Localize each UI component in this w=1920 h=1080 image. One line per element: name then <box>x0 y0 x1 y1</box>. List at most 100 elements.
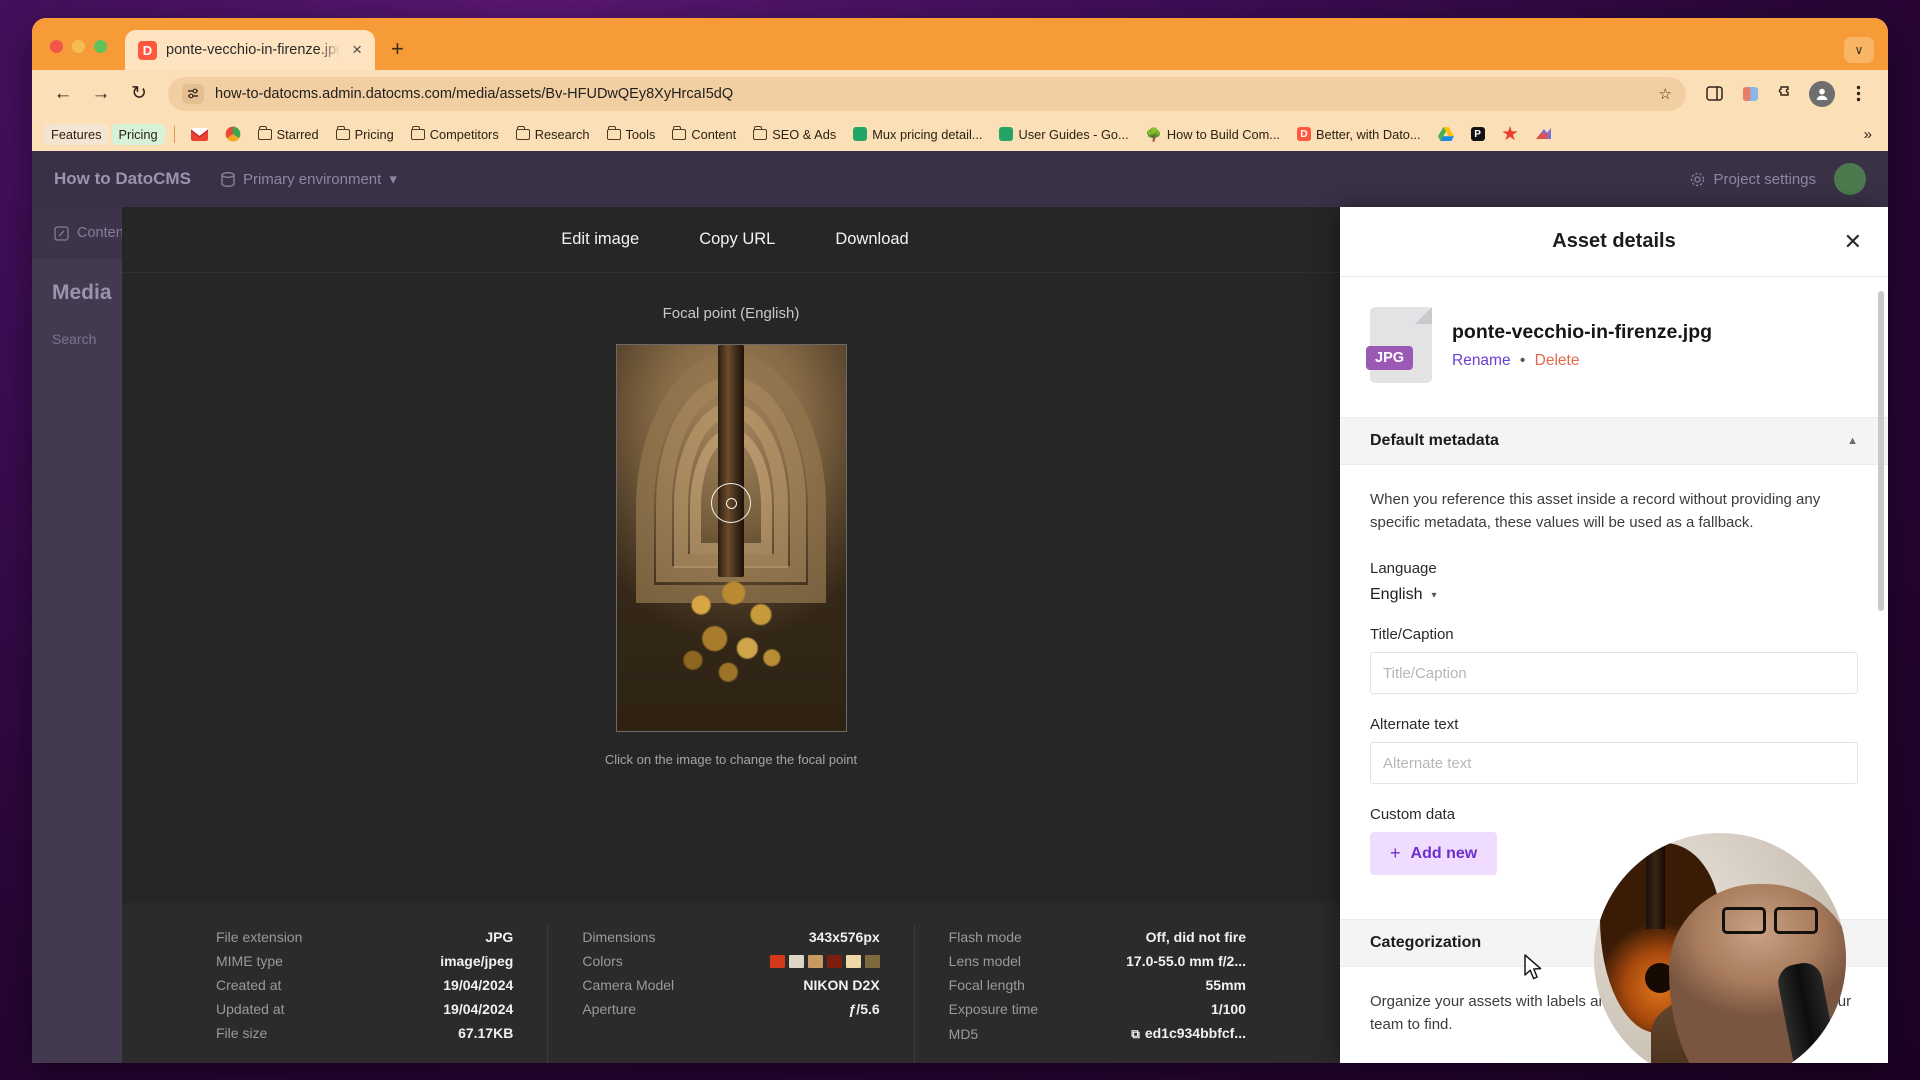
metadata-key: Lens model <box>948 953 1022 969</box>
close-tab-icon[interactable]: × <box>349 40 365 60</box>
metadata-key: Flash mode <box>948 929 1022 945</box>
new-tab-button[interactable]: + <box>375 36 418 70</box>
asset-viewer-overlay: Edit image Copy URL Download Focal point… <box>122 207 1888 1063</box>
user-avatar[interactable] <box>1834 163 1866 195</box>
environment-selector[interactable]: Primary environment ▾ <box>221 170 397 188</box>
metadata-value: 19/04/2024 <box>443 1001 514 1017</box>
tabstrip-right-controls[interactable]: ∨ <box>1844 37 1874 63</box>
copy-url-button[interactable]: Copy URL <box>699 230 775 249</box>
bookmark-colorful[interactable] <box>218 123 248 145</box>
language-select[interactable]: English ▾ <box>1370 586 1858 604</box>
bookmark-google-drive[interactable] <box>1431 124 1461 144</box>
close-window-button[interactable] <box>50 40 63 53</box>
md5-text: ed1c934bbfcf... <box>1144 1025 1246 1041</box>
panel-title: Asset details <box>1552 230 1676 252</box>
alternate-text-field-group: Alternate text <box>1370 716 1858 784</box>
section-header-default-metadata[interactable]: Default metadata ▲ <box>1340 417 1888 465</box>
bookmark-how-to-build[interactable]: 🌳 How to Build Com... <box>1139 124 1287 145</box>
maximize-window-button[interactable] <box>94 40 107 53</box>
chevron-down-icon[interactable]: ∨ <box>1844 37 1874 63</box>
metadata-column-exif: Flash mode Off, did not fire Lens model 17… <box>913 925 1280 1063</box>
datocms-favicon-icon: D <box>138 40 157 60</box>
site-settings-icon[interactable] <box>182 83 204 104</box>
extension-puzzle-icon[interactable] <box>1770 78 1802 110</box>
google-sheets-icon <box>999 127 1014 141</box>
bookmark-label: Tools <box>625 126 656 142</box>
p-square-icon: P <box>1470 127 1485 141</box>
bookmark-folder-seo-ads[interactable]: SEO & Ads <box>746 124 843 145</box>
profile-avatar-icon[interactable] <box>1806 78 1838 110</box>
bookmark-features[interactable]: Features <box>44 123 109 145</box>
tree-icon: 🌳 <box>1145 126 1162 142</box>
metadata-row: Focal length 55mm <box>949 973 1246 997</box>
folder-icon <box>672 125 687 140</box>
project-settings-link[interactable]: Project settings <box>1690 171 1816 188</box>
language-value: English <box>1370 586 1423 603</box>
address-bar[interactable]: how-to-datocms.admin.datocms.com/media/a… <box>168 76 1686 111</box>
bookmark-gmail[interactable] <box>184 125 215 144</box>
bookmark-folder-competitors[interactable]: Competitors <box>404 124 506 145</box>
chevron-up-icon[interactable]: ▲ <box>1847 435 1858 447</box>
reload-button[interactable]: ↻ <box>122 77 156 111</box>
bookmark-folder-starred[interactable]: Starred <box>251 124 326 145</box>
bookmark-folder-tools[interactable]: Tools <box>600 124 663 145</box>
window-traffic-lights[interactable] <box>50 40 107 70</box>
metadata-row: MD5 ⧉ ed1c934bbfcf... <box>949 1021 1246 1046</box>
bookmark-label: Research <box>534 126 590 142</box>
panel-header: Asset details ✕ <box>1340 207 1888 277</box>
back-button[interactable]: ← <box>46 77 80 111</box>
panel-scrollbar[interactable] <box>1878 291 1884 611</box>
color-swatches <box>769 954 880 968</box>
asset-details-panel: Asset details ✕ JPG ponte-vecchio-in-fir… <box>1340 207 1888 1063</box>
side-panel-icon[interactable] <box>1698 78 1730 110</box>
metadata-key: Colors <box>582 953 623 969</box>
folder-icon <box>515 125 530 140</box>
edit-image-button[interactable]: Edit image <box>561 230 639 249</box>
close-icon[interactable]: ✕ <box>1844 230 1862 253</box>
extension-color-icon[interactable] <box>1734 78 1766 110</box>
bookmark-mux-pricing[interactable]: Mux pricing detail... <box>846 124 989 145</box>
bookmarks-bar: Features Pricing Starred Pricing Competi… <box>32 117 1888 151</box>
image-belt-decoration <box>718 345 744 577</box>
bookmark-better-with-dato[interactable]: D Better, with Dato... <box>1290 124 1428 145</box>
minimize-window-button[interactable] <box>72 40 85 53</box>
asset-file-name: ponte-vecchio-in-firenze.jpg <box>1452 320 1713 343</box>
forward-button[interactable]: → <box>84 77 118 111</box>
bookmark-folder-content[interactable]: Content <box>665 124 743 145</box>
bookmark-folder-research[interactable]: Research <box>509 124 597 145</box>
browser-tab-active[interactable]: D ponte-vecchio-in-firenze.jpg × <box>125 30 375 70</box>
bookmark-star-icon[interactable]: ☆ <box>1659 85 1672 103</box>
metadata-row: Flash mode Off, did not fire <box>949 925 1246 949</box>
bookmark-kstar[interactable] <box>1495 123 1525 145</box>
download-button[interactable]: Download <box>835 230 908 249</box>
metadata-row: Updated at 19/04/2024 <box>216 997 513 1021</box>
focal-point-hint: Click on the image to change the focal p… <box>604 752 858 767</box>
delete-link[interactable]: Delete <box>1535 352 1580 369</box>
red-star-icon <box>1501 126 1518 141</box>
chevron-down-icon: ▾ <box>389 171 397 188</box>
tab-content[interactable]: Content <box>54 225 128 241</box>
add-new-button[interactable]: + Add new <box>1370 832 1498 875</box>
alternate-text-input[interactable] <box>1370 742 1858 784</box>
focal-point-marker[interactable] <box>711 483 751 524</box>
chrome-menu-icon[interactable] <box>1842 78 1874 110</box>
bookmark-folder-pricing[interactable]: Pricing <box>329 124 401 145</box>
file-type-icon: JPG <box>1366 307 1432 383</box>
metadata-value-md5[interactable]: ⧉ ed1c934bbfcf... <box>1131 1025 1246 1042</box>
bookmark-user-guides[interactable]: User Guides - Go... <box>992 124 1135 145</box>
gmail-icon <box>190 127 208 141</box>
environment-label: Primary environment <box>242 170 382 188</box>
color-swatch <box>807 954 823 968</box>
metadata-value: 17.0-55.0 mm f/2... <box>1126 953 1246 969</box>
asset-image-preview[interactable] <box>615 344 847 732</box>
avatar <box>1809 80 1835 107</box>
bookmark-misc[interactable] <box>1528 124 1558 144</box>
copy-icon[interactable]: ⧉ <box>1131 1027 1140 1041</box>
title-caption-input[interactable] <box>1370 652 1858 694</box>
bookmark-pricing-chip[interactable]: Pricing <box>111 123 165 145</box>
app-brand-name[interactable]: How to DatoCMS <box>54 169 191 189</box>
rename-link[interactable]: Rename <box>1452 352 1511 369</box>
metadata-key: MIME type <box>216 953 283 969</box>
bookmarks-overflow-button[interactable]: » <box>1864 126 1876 143</box>
bookmark-pbox[interactable]: P <box>1464 124 1492 144</box>
